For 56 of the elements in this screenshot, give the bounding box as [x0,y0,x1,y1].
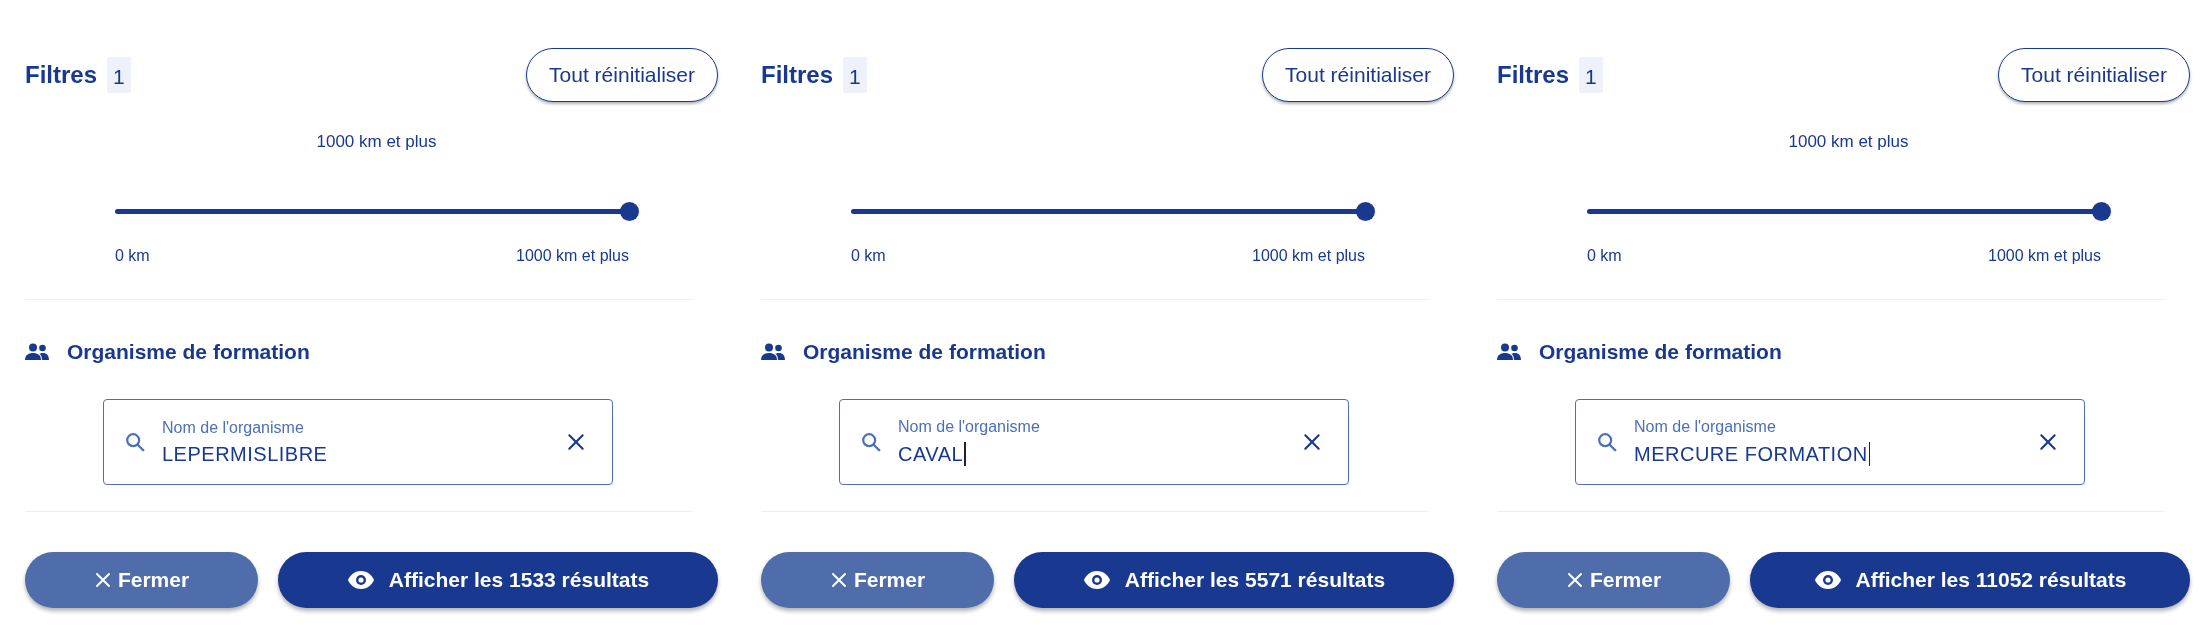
search-field[interactable]: Nom de l'organisme LEPERMISLIBRE [103,399,613,485]
eye-icon [1082,570,1111,590]
distance-value: 1000 km et plus [316,132,437,152]
min-label: 0 km [115,247,150,265]
people-icon [761,343,785,361]
section-title: Organisme de formation [803,340,1046,364]
filter-count: 1 [843,57,867,93]
search-icon [1596,431,1618,453]
min-label: 0 km [1587,247,1622,265]
section-title: Organisme de formation [1539,340,1782,364]
max-label: 1000 km et plus [516,247,629,265]
distance-slider[interactable] [115,202,638,221]
clear-icon [2038,432,2058,452]
people-icon [1497,343,1521,361]
field-value: CAVAL [898,442,964,466]
max-label: 1000 km et plus [1988,247,2101,265]
max-label: 1000 km et plus [1252,247,1365,265]
close-icon [1565,571,1584,589]
slider-thumb[interactable] [1356,202,1375,221]
eye-icon [1813,570,1842,590]
reset-button[interactable]: Tout réinitialiser [1998,48,2190,102]
search-field[interactable]: Nom de l'organisme MERCURE FORMATION [1575,399,2085,485]
filter-count: 1 [1579,57,1603,93]
min-label: 0 km [851,247,886,265]
eye-icon [346,570,375,590]
section-title: Organisme de formation [67,340,310,364]
show-results-button[interactable]: Afficher les 5571 résultats [1014,552,1454,608]
filters-title: Filtres [1497,61,1570,89]
close-button[interactable]: Fermer [761,552,994,608]
reset-button[interactable]: Tout réinitialiser [526,48,718,102]
field-label: Nom de l'organisme [162,418,305,437]
close-button[interactable]: Fermer [25,552,258,608]
field-value: LEPERMISLIBRE [162,442,328,466]
distance-slider[interactable] [851,202,1374,221]
clear-icon [1302,432,1322,452]
people-icon [25,343,49,361]
filters-title: Filtres [25,61,98,89]
filter-count: 1 [107,57,131,93]
search-icon [124,431,146,453]
filters-title: Filtres [761,61,834,89]
distance-slider[interactable] [1587,202,2110,221]
show-results-button[interactable]: Afficher les 11052 résultats [1750,552,2190,608]
close-icon [829,571,848,589]
clear-icon [566,432,586,452]
field-value: MERCURE FORMATION [1634,442,1868,466]
search-icon [860,431,882,453]
distance-value: 1000 km et plus [1788,132,1909,152]
reset-button[interactable]: Tout réinitialiser [1262,48,1454,102]
slider-thumb[interactable] [620,202,639,221]
search-field[interactable]: Nom de l'organisme CAVAL [839,399,1349,485]
slider-thumb[interactable] [2092,202,2111,221]
field-label: Nom de l'organisme [1634,418,1777,436]
show-results-button[interactable]: Afficher les 1533 résultats [278,552,718,608]
field-label: Nom de l'organisme [898,418,1041,436]
close-icon [93,571,112,589]
close-button[interactable]: Fermer [1497,552,1730,608]
